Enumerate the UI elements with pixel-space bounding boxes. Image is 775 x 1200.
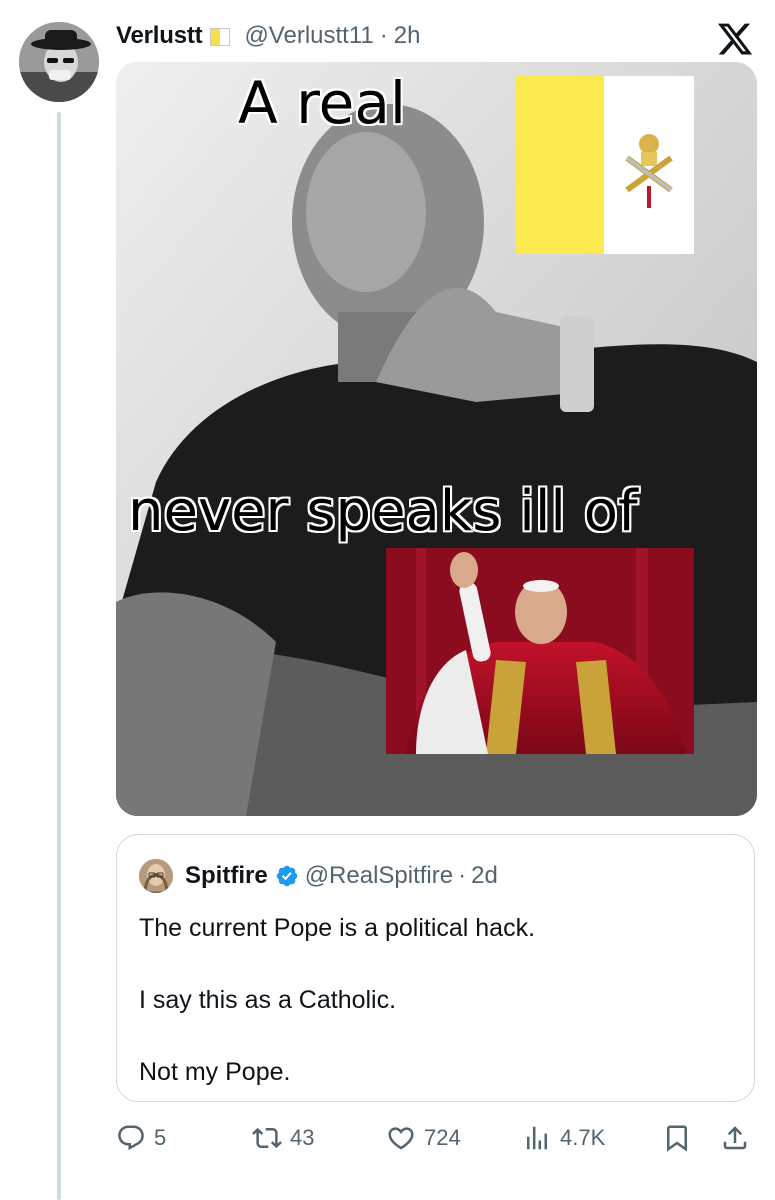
post-header: Verlustt @Verlustt11 · 2h: [116, 20, 420, 52]
author-display-name[interactable]: Verlustt: [116, 22, 203, 50]
author-avatar[interactable]: [19, 22, 99, 102]
heart-icon: [388, 1127, 414, 1150]
quoted-post-header: Spitfire @RealSpitfire · 2d: [139, 859, 498, 893]
bookmark-button[interactable]: [662, 1118, 692, 1158]
x-logo-icon: [717, 23, 753, 55]
reply-icon: [118, 1125, 144, 1151]
quoted-post-text: The current Pope is a political hack. I …: [139, 910, 535, 1090]
share-icon: [723, 1126, 747, 1150]
share-button[interactable]: [720, 1118, 750, 1158]
quoted-author-display-name[interactable]: Spitfire: [185, 862, 268, 890]
bookmark-icon: [667, 1125, 687, 1152]
quoted-meta-separator: ·: [458, 862, 467, 889]
meme-illustration: [116, 62, 757, 816]
reply-button[interactable]: 5: [116, 1118, 166, 1158]
like-button[interactable]: 724: [386, 1118, 461, 1158]
repost-button[interactable]: 43: [252, 1118, 314, 1158]
quoted-author-handle[interactable]: @RealSpitfire: [305, 862, 453, 890]
author-handle[interactable]: @Verlustt11: [244, 22, 373, 50]
views-button[interactable]: 4.7K: [522, 1118, 605, 1158]
verified-badge-icon: [276, 865, 297, 887]
quoted-post-line: I say this as a Catholic.: [139, 986, 397, 1014]
quoted-post-line: The current Pope is a political hack.: [139, 914, 536, 942]
meme-top-caption: A real: [238, 69, 407, 137]
repost-count: 43: [290, 1125, 315, 1150]
quoted-avatar-image: [139, 859, 173, 893]
post-media-image[interactable]: A real never speaks ill of: [116, 62, 757, 816]
vatican-flag-badge-icon: [210, 28, 231, 46]
quoted-post-timestamp[interactable]: 2d: [471, 862, 498, 890]
views-icon: [527, 1126, 547, 1150]
quoted-author-avatar[interactable]: [139, 859, 173, 893]
avatar-image: [19, 22, 99, 102]
meme-bottom-caption: never speaks ill of: [128, 479, 638, 544]
view-count: 4.7K: [560, 1125, 606, 1150]
quoted-post-line: Not my Pope.: [139, 1058, 291, 1086]
quoted-post-card[interactable]: Spitfire @RealSpitfire · 2d The current …: [116, 834, 755, 1102]
post-action-bar: 5 43 724 4.7K: [116, 1118, 757, 1158]
thread-line: [57, 112, 61, 1200]
post-timestamp[interactable]: 2h: [394, 22, 421, 50]
meta-separator: ·: [379, 22, 388, 49]
like-count: 724: [424, 1125, 461, 1150]
reply-count: 5: [154, 1125, 167, 1150]
repost-icon: [252, 1127, 282, 1149]
